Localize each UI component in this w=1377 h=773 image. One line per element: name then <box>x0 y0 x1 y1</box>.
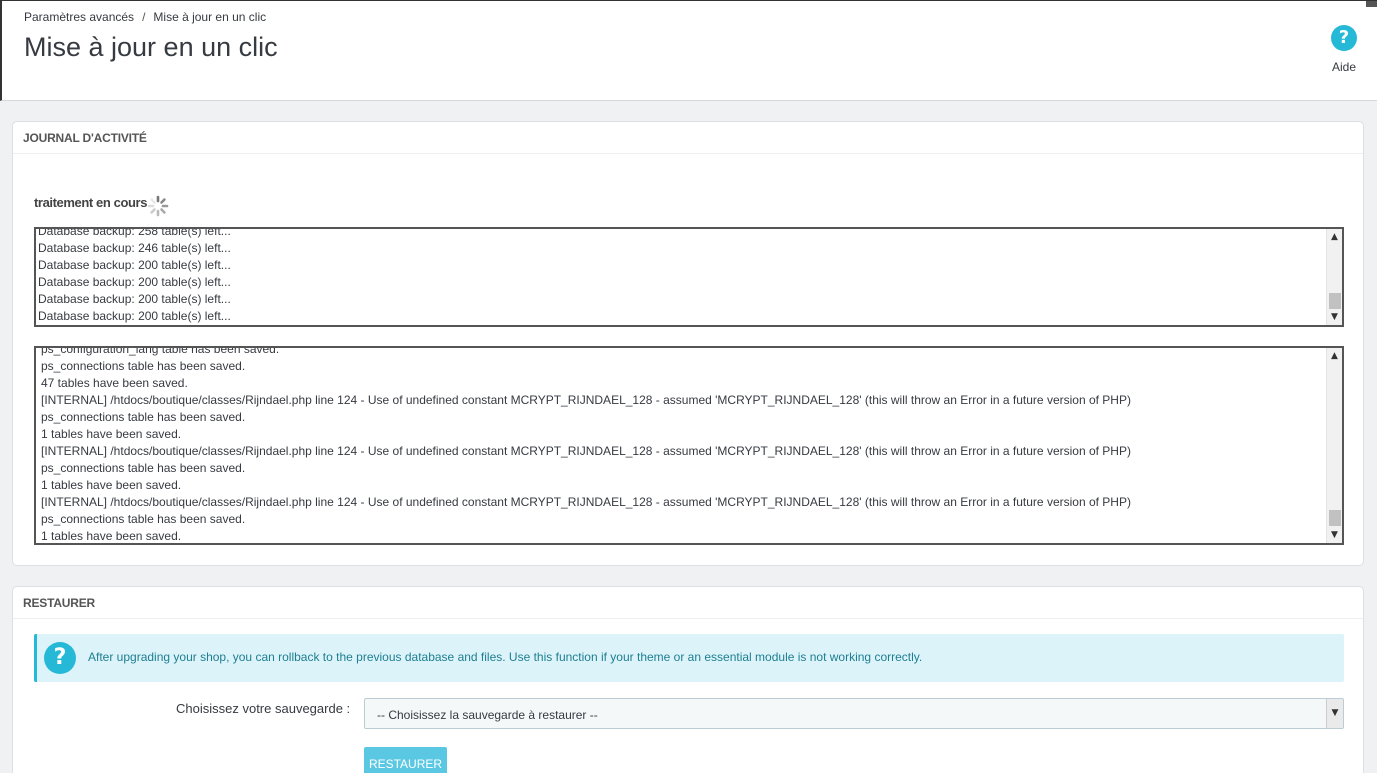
log-scrollbar[interactable]: ▲ ▼ <box>1326 348 1342 543</box>
log-line: [INTERNAL] /htdocs/boutique/classes/Rijn… <box>41 444 1131 458</box>
question-circle-icon: ? <box>44 642 76 674</box>
restore-button[interactable]: RESTAURER <box>364 747 447 773</box>
log-line: Database backup: 200 table(s) left... <box>38 309 231 323</box>
log-line: 47 tables have been saved. <box>41 376 188 390</box>
restore-heading: RESTAURER <box>13 587 1363 619</box>
processing-status: traitement en cours <box>34 195 148 210</box>
window-scrollbar-stub <box>1366 1 1377 7</box>
log-line: 1 tables have been saved. <box>41 478 182 492</box>
log-line: 1 tables have been saved. <box>41 529 182 543</box>
scroll-thumb[interactable] <box>1329 510 1341 526</box>
info-alert: ? After upgrading your shop, you can rol… <box>34 634 1344 682</box>
log-line: ps_connections table has been saved. <box>41 512 246 526</box>
log-line: Database backup: 200 table(s) left... <box>38 275 231 289</box>
page-title: Mise à jour en un clic <box>24 32 278 62</box>
scroll-up-icon[interactable]: ▲ <box>1327 348 1342 364</box>
chevron-down-icon[interactable]: ▼ <box>1326 699 1343 728</box>
page-header: Paramètres avancés / Mise à jour en un cli… <box>0 0 1377 101</box>
restore-panel: RESTAURER ? After upgrading your shop, y… <box>12 586 1364 773</box>
info-alert-text: After upgrading your shop, you can rollb… <box>88 650 923 664</box>
activity-log-panel: JOURNAL D'ACTIVITÉ traitement en cours D… <box>12 121 1364 566</box>
backup-detail-log[interactable]: ps_configuration_lang table has been sav… <box>34 346 1344 545</box>
log-line: Database backup: 200 table(s) left... <box>38 292 231 306</box>
breadcrumb-item-one-click-upgrade[interactable]: Mise à jour en un clic <box>153 10 266 24</box>
log-line: Database backup: 200 table(s) left... <box>38 258 231 272</box>
log-scrollbar[interactable]: ▲ ▼ <box>1326 229 1342 325</box>
log-line: Database backup: 246 table(s) left... <box>38 241 231 255</box>
question-circle-icon: ? <box>1331 25 1357 51</box>
breadcrumb: Paramètres avancés / Mise à jour en un cli… <box>24 10 266 24</box>
log-line: [INTERNAL] /htdocs/boutique/classes/Rijn… <box>41 393 1131 407</box>
scroll-down-icon[interactable]: ▼ <box>1327 309 1342 325</box>
backup-progress-log[interactable]: Database backup: 258 table(s) left... Da… <box>34 227 1344 327</box>
scroll-thumb[interactable] <box>1329 293 1341 309</box>
backup-progress-lines: Database backup: 258 table(s) left... Da… <box>36 227 1326 325</box>
activity-log-heading: JOURNAL D'ACTIVITÉ <box>13 122 1363 154</box>
backup-select-value: -- Choisissez la sauvegarde à restaurer … <box>377 708 598 722</box>
scroll-up-icon[interactable]: ▲ <box>1327 229 1342 245</box>
backup-detail-lines: ps_configuration_lang table has been sav… <box>36 346 1326 543</box>
log-line: 1 tables have been saved. <box>41 427 182 441</box>
scroll-down-icon[interactable]: ▼ <box>1327 527 1342 543</box>
backup-select[interactable]: -- Choisissez la sauvegarde à restaurer … <box>364 698 1344 729</box>
breadcrumb-separator: / <box>142 10 146 24</box>
help-button[interactable]: ? Aide <box>1329 25 1359 74</box>
breadcrumb-item-advanced-parameters[interactable]: Paramètres avancés <box>24 10 134 24</box>
log-line: ps_connections table has been saved. <box>41 410 246 424</box>
backup-select-label: Choisissez votre sauvegarde : <box>176 701 351 716</box>
log-line: ps_connections table has been saved. <box>41 359 246 373</box>
help-label: Aide <box>1331 60 1357 74</box>
loading-spinner-icon <box>147 195 169 217</box>
log-line: ps_connections table has been saved. <box>41 461 246 475</box>
log-line: [INTERNAL] /htdocs/boutique/classes/Rijn… <box>41 495 1131 509</box>
log-line: Database backup: 258 table(s) left... <box>38 227 231 238</box>
log-line: ps_configuration_lang table has been sav… <box>41 346 280 356</box>
